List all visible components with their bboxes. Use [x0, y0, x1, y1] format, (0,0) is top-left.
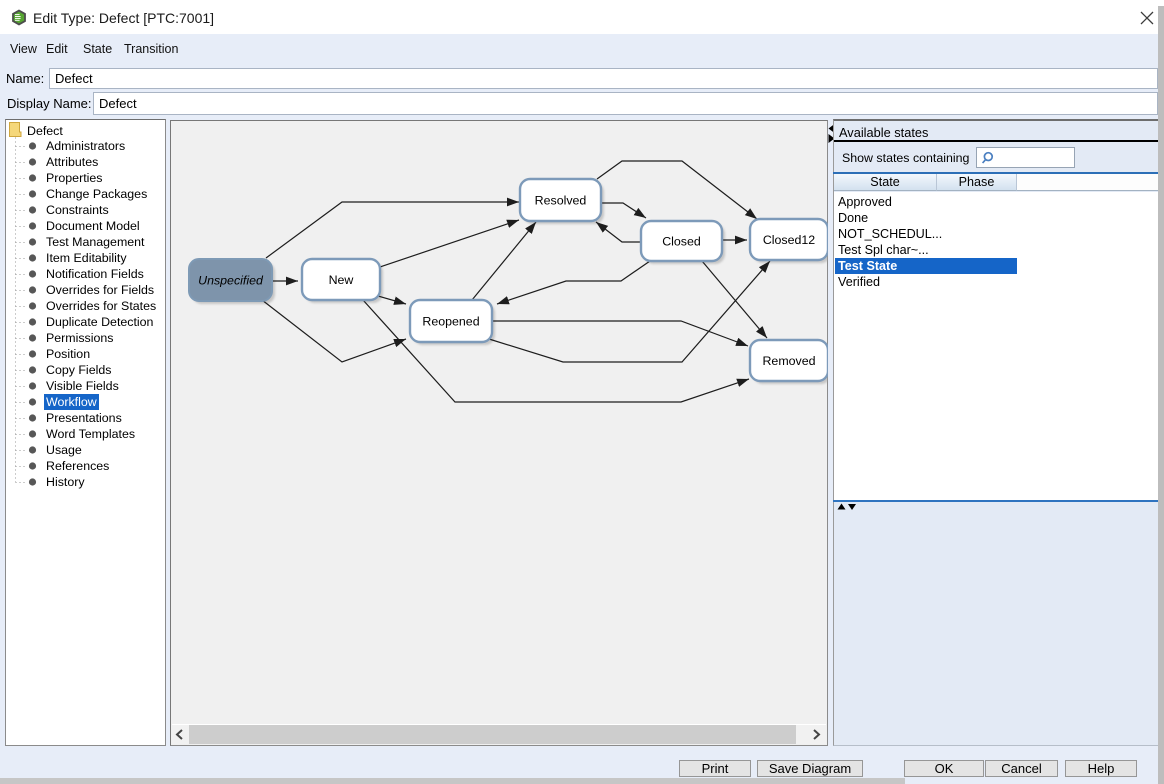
svg-text:Removed: Removed	[762, 354, 815, 368]
svg-text:Unspecified: Unspecified	[198, 274, 264, 288]
svg-text:Reopened: Reopened	[422, 315, 479, 329]
svg-text:Closed12: Closed12	[763, 233, 815, 247]
svg-text:Closed: Closed	[662, 235, 701, 249]
svg-text:Resolved: Resolved	[535, 194, 587, 208]
svg-text:New: New	[329, 273, 354, 287]
